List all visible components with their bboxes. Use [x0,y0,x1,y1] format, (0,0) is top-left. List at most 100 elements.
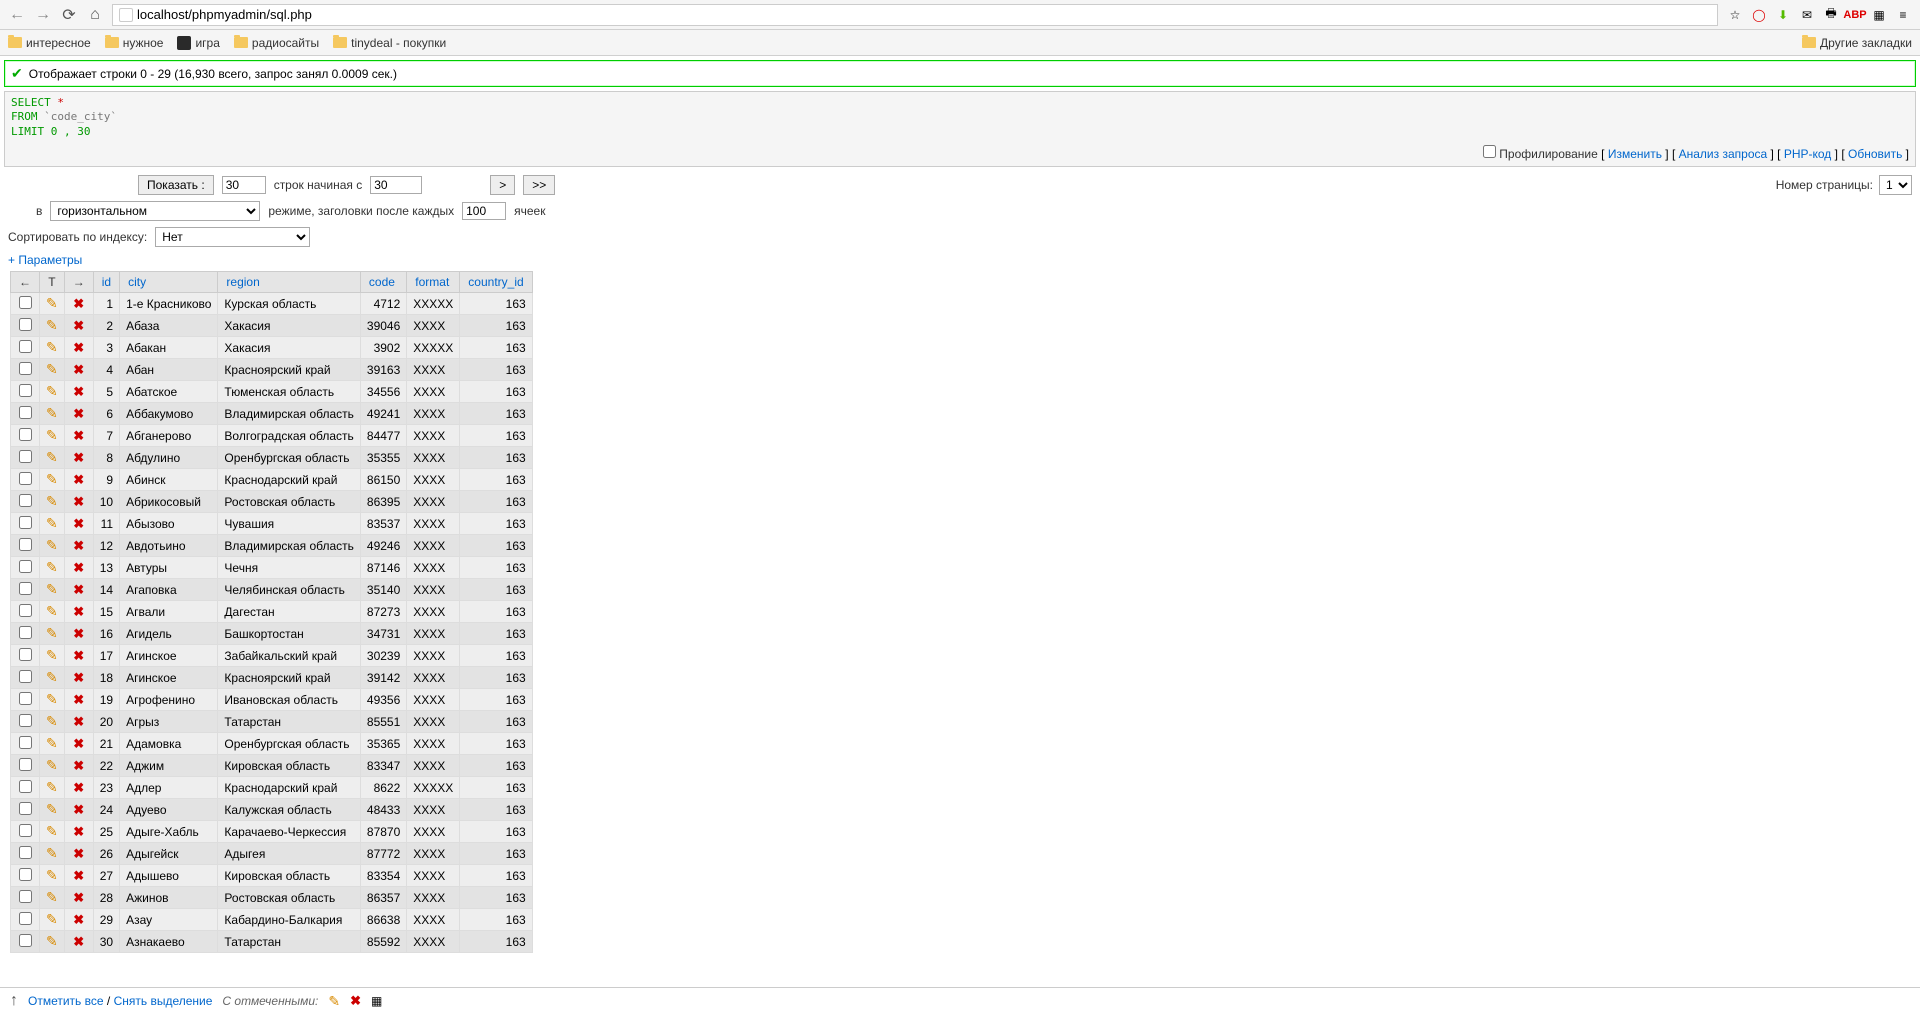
edit-row-icon[interactable]: ✎ [46,559,58,575]
edit-selected-icon[interactable]: ✎ [328,993,340,1010]
menu-icon[interactable]: ≡ [1894,6,1912,24]
headers-every-input[interactable] [462,202,506,220]
display-mode-select[interactable]: горизонтальном [50,201,260,221]
row-checkbox[interactable] [19,626,32,639]
edit-row-icon[interactable]: ✎ [46,317,58,333]
edit-row-icon[interactable]: ✎ [46,735,58,751]
delete-row-icon[interactable]: ✖ [73,868,84,883]
row-checkbox[interactable] [19,318,32,331]
row-checkbox[interactable] [19,450,32,463]
delete-row-icon[interactable]: ✖ [73,670,84,685]
row-checkbox[interactable] [19,362,32,375]
edit-row-icon[interactable]: ✎ [46,295,58,311]
edit-row-icon[interactable]: ✎ [46,779,58,795]
delete-row-icon[interactable]: ✖ [73,340,84,355]
col-arrow-left[interactable]: ← [11,272,40,293]
delete-row-icon[interactable]: ✖ [73,494,84,509]
row-checkbox[interactable] [19,648,32,661]
start-row-input[interactable] [370,176,422,194]
edit-row-icon[interactable]: ✎ [46,625,58,641]
row-checkbox[interactable] [19,758,32,771]
col-arrow-right[interactable]: → [64,272,93,293]
mail-icon[interactable]: ✉ [1798,6,1816,24]
row-checkbox[interactable] [19,428,32,441]
edit-query-link[interactable]: Изменить [1608,147,1662,161]
delete-row-icon[interactable]: ✖ [73,736,84,751]
delete-row-icon[interactable]: ✖ [73,560,84,575]
reload-button[interactable]: ⟳ [60,6,78,24]
php-code-link[interactable]: PHP-код [1784,147,1831,161]
edit-row-icon[interactable]: ✎ [46,339,58,355]
edit-row-icon[interactable]: ✎ [46,515,58,531]
delete-selected-icon[interactable]: ✖ [350,993,361,1009]
edit-row-icon[interactable]: ✎ [46,911,58,927]
last-page-button[interactable]: >> [523,175,555,195]
row-checkbox[interactable] [19,670,32,683]
rows-count-input[interactable] [222,176,266,194]
edit-row-icon[interactable]: ✎ [46,449,58,465]
row-checkbox[interactable] [19,714,32,727]
delete-row-icon[interactable]: ✖ [73,714,84,729]
edit-row-icon[interactable]: ✎ [46,383,58,399]
back-button[interactable]: ← [8,6,26,24]
delete-row-icon[interactable]: ✖ [73,802,84,817]
delete-row-icon[interactable]: ✖ [73,362,84,377]
profiling-checkbox-label[interactable]: Профилирование [1483,147,1598,161]
delete-row-icon[interactable]: ✖ [73,824,84,839]
url-input[interactable] [137,7,1711,22]
delete-row-icon[interactable]: ✖ [73,758,84,773]
row-checkbox[interactable] [19,912,32,925]
star-icon[interactable]: ☆ [1726,6,1744,24]
forward-button[interactable]: → [34,6,52,24]
row-checkbox[interactable] [19,846,32,859]
row-checkbox[interactable] [19,296,32,309]
edit-row-icon[interactable]: ✎ [46,405,58,421]
delete-row-icon[interactable]: ✖ [73,384,84,399]
edit-row-icon[interactable]: ✎ [46,691,58,707]
edit-row-icon[interactable]: ✎ [46,581,58,597]
explain-link[interactable]: Анализ запроса [1679,147,1768,161]
row-checkbox[interactable] [19,692,32,705]
col-format[interactable]: format [407,272,460,293]
bookmark-item[interactable]: интересное [8,36,91,50]
delete-row-icon[interactable]: ✖ [73,912,84,927]
row-checkbox[interactable] [19,802,32,815]
edit-row-icon[interactable]: ✎ [46,647,58,663]
row-checkbox[interactable] [19,934,32,947]
delete-row-icon[interactable]: ✖ [73,450,84,465]
edit-row-icon[interactable]: ✎ [46,801,58,817]
check-all-link[interactable]: Отметить все [28,994,104,1008]
row-checkbox[interactable] [19,582,32,595]
delete-row-icon[interactable]: ✖ [73,604,84,619]
row-checkbox[interactable] [19,516,32,529]
row-checkbox[interactable] [19,340,32,353]
row-checkbox[interactable] [19,890,32,903]
other-bookmarks[interactable]: Другие закладки [1802,36,1912,50]
delete-row-icon[interactable]: ✖ [73,582,84,597]
edit-row-icon[interactable]: ✎ [46,537,58,553]
sort-index-select[interactable]: Нет [155,227,310,247]
row-checkbox[interactable] [19,494,32,507]
export-selected-icon[interactable]: ▦ [371,994,382,1008]
edit-row-icon[interactable]: ✎ [46,603,58,619]
delete-row-icon[interactable]: ✖ [73,780,84,795]
delete-row-icon[interactable]: ✖ [73,516,84,531]
edit-row-icon[interactable]: ✎ [46,713,58,729]
row-checkbox[interactable] [19,824,32,837]
download-icon[interactable]: ⬇ [1774,6,1792,24]
shield-icon[interactable]: ◯ [1750,6,1768,24]
delete-row-icon[interactable]: ✖ [73,318,84,333]
delete-row-icon[interactable]: ✖ [73,428,84,443]
col-code[interactable]: code [360,272,406,293]
edit-row-icon[interactable]: ✎ [46,845,58,861]
edit-row-icon[interactable]: ✎ [46,757,58,773]
delete-row-icon[interactable]: ✖ [73,890,84,905]
col-city[interactable]: city [120,272,218,293]
row-checkbox[interactable] [19,780,32,793]
edit-row-icon[interactable]: ✎ [46,933,58,949]
delete-row-icon[interactable]: ✖ [73,296,84,311]
edit-row-icon[interactable]: ✎ [46,493,58,509]
row-checkbox[interactable] [19,604,32,617]
delete-row-icon[interactable]: ✖ [73,406,84,421]
bookmark-item[interactable]: нужное [105,36,164,50]
